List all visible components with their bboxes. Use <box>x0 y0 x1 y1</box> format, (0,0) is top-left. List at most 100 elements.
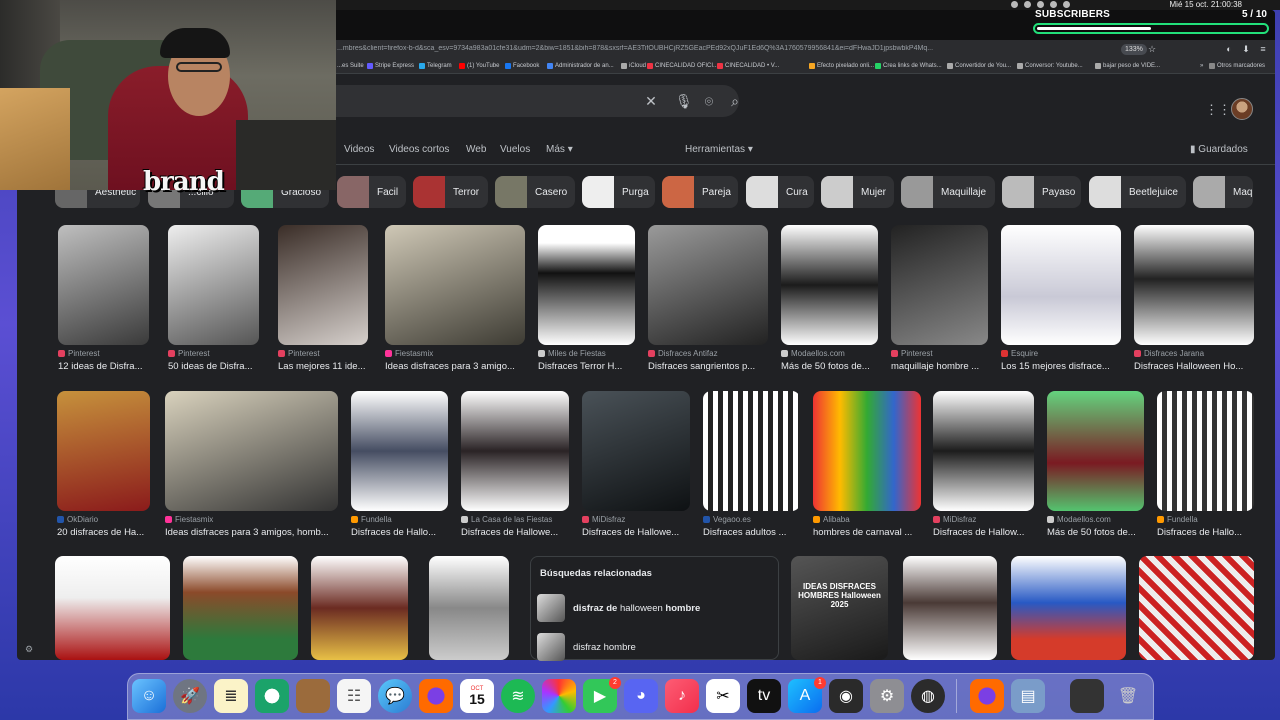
bookmark-item[interactable]: Administrador de an... <box>547 63 614 69</box>
obs-icon[interactable]: ◍ <box>911 679 945 713</box>
other-bookmarks[interactable]: » Otros marcadores <box>1200 63 1265 69</box>
image-result[interactable] <box>183 556 298 660</box>
voice-search-icon[interactable]: 🎙 <box>675 93 693 109</box>
related-search-item[interactable]: disfraz de halloween hombre <box>537 593 772 623</box>
filter-chip[interactable]: Pareja <box>662 176 738 208</box>
capcut-icon[interactable]: ✂ <box>706 679 740 713</box>
finder-icon[interactable]: ☺ <box>132 679 166 713</box>
filter-chip[interactable]: Facil <box>337 176 406 208</box>
search-input[interactable]: ✕ 🎙 ⌾ ⌕ <box>300 85 739 117</box>
bookmark-item[interactable]: Conversor: Youtube... <box>1017 63 1083 69</box>
filter-chip[interactable]: Purga <box>582 176 655 208</box>
image-result[interactable]: Esquire Los 15 mejores disfrace... <box>1001 225 1121 372</box>
trash-icon[interactable]: 🗑 <box>1111 679 1145 713</box>
firefox-icon[interactable] <box>419 679 453 713</box>
bookmark-item[interactable]: Convertidor de You... <box>947 63 1011 69</box>
mic-arm <box>236 120 336 190</box>
extension-icon[interactable]: ◐ <box>1224 44 1234 54</box>
music-icon[interactable]: ♪ <box>665 679 699 713</box>
photos-icon[interactable] <box>542 679 576 713</box>
image-result[interactable]: Miles de Fiestas Disfraces Terror H... <box>538 225 635 372</box>
filter-chip[interactable]: Casero <box>495 176 575 208</box>
filter-chip[interactable]: Maquillaje <box>901 176 995 208</box>
bookmark-item[interactable]: (1) YouTube <box>459 63 499 69</box>
discord-icon[interactable]: ◕ <box>624 679 658 713</box>
filter-chip[interactable]: Terror <box>413 176 488 208</box>
bookmark-item[interactable]: bajar peso de VIDE... <box>1095 63 1160 69</box>
apple-tv-icon[interactable]: tv <box>747 679 781 713</box>
image-result[interactable]: Fiestasmix Ideas disfraces para 3 amigos,… <box>165 391 338 538</box>
image-result[interactable]: Fiestasmix Ideas disfraces para 3 amigo..… <box>385 225 525 372</box>
bookmark-item[interactable]: CINECALIDAD • V... <box>717 63 779 69</box>
camera-app-icon[interactable]: ◉ <box>829 679 863 713</box>
image-result[interactable]: MiDisfraz Disfraces de Hallowe... <box>582 391 690 538</box>
zoom-level-badge[interactable]: 133% <box>1121 44 1147 55</box>
bookmark-item[interactable]: ...es Suite <box>337 63 364 69</box>
bookmark-item[interactable]: Crea links de Whats... <box>875 63 942 69</box>
saved-link[interactable]: ▮ Guardados <box>1190 144 1248 155</box>
image-result[interactable] <box>1139 556 1254 660</box>
firefox-minimized-icon[interactable] <box>970 679 1004 713</box>
image-result[interactable]: Pinterest 12 ideas de Disfra... <box>58 225 149 372</box>
bookmark-item[interactable]: Stripe Express <box>367 63 414 69</box>
filter-chip[interactable]: Maq <box>1193 176 1253 208</box>
menu-icon[interactable]: ≡ <box>1258 44 1268 54</box>
settings-gear-icon[interactable]: ⚙ <box>25 644 33 655</box>
clear-search-icon[interactable]: ✕ <box>643 93 659 109</box>
image-result[interactable] <box>1011 556 1126 660</box>
bookmark-item[interactable]: iCloud <box>621 63 646 69</box>
bookmark-item[interactable]: Efecto pixelado onli... <box>809 63 874 69</box>
filter-chip[interactable]: Beetlejuice <box>1089 176 1186 208</box>
image-result[interactable]: Pinterest maquillaje hombre ... <box>891 225 988 372</box>
preview-icon[interactable]: ▤ <box>1011 679 1045 713</box>
filter-chip[interactable]: Cura <box>746 176 814 208</box>
tab-more[interactable]: Más ▾ <box>546 144 573 155</box>
image-result[interactable]: La Casa de las Fiestas Disfraces de Hallo… <box>461 391 569 538</box>
filter-chip[interactable]: Payaso <box>1002 176 1081 208</box>
bookmark-item[interactable]: Facebook <box>505 63 539 69</box>
spotify-icon[interactable]: ≋ <box>501 679 535 713</box>
image-result[interactable]: Fundella Disfraces de Hallo... <box>351 391 448 538</box>
notebook-icon[interactable] <box>296 679 330 713</box>
bookmark-star-icon[interactable]: ☆ <box>1147 44 1157 54</box>
image-result[interactable] <box>903 556 997 660</box>
tab-short-videos[interactable]: Videos cortos <box>389 144 449 155</box>
bookmark-item[interactable]: Telegram <box>419 63 452 69</box>
lens-search-icon[interactable]: ⌾ <box>701 93 717 109</box>
tab-videos[interactable]: Videos <box>344 144 374 155</box>
downloads-icon[interactable]: ⬇ <box>1241 44 1251 54</box>
image-result[interactable]: Fundella Disfraces de Hallo... <box>1157 391 1254 538</box>
image-result[interactable] <box>311 556 408 660</box>
bookmark-item[interactable]: CINECALIDAD OFICI... <box>647 63 718 69</box>
tab-web[interactable]: Web <box>466 144 486 155</box>
image-result[interactable]: MiDisfraz Disfraces de Hallow... <box>933 391 1034 538</box>
related-search-item[interactable]: disfraz hombre <box>537 632 772 662</box>
calendar-icon[interactable]: OCT 15 <box>460 679 494 713</box>
image-result[interactable]: Disfraces Antifaz Disfraces sangrientos p… <box>648 225 768 372</box>
subscribers-progress-bar <box>1033 23 1269 34</box>
image-result[interactable]: Pinterest Las mejores 11 ide... <box>278 225 368 372</box>
launchpad-icon[interactable]: 🚀 <box>173 679 207 713</box>
image-result[interactable]: Modaellos.com Más de 50 fotos de... <box>781 225 878 372</box>
chrome-icon[interactable] <box>255 679 289 713</box>
image-result[interactable]: Modaellos.com Más de 50 fotos de... <box>1047 391 1144 538</box>
account-avatar[interactable] <box>1231 98 1253 120</box>
image-result[interactable]: Pinterest 50 ideas de Disfra... <box>168 225 259 372</box>
reminders-icon[interactable]: ☷ <box>337 679 371 713</box>
image-result[interactable]: Vegaoo.es Disfraces adultos ... <box>703 391 800 538</box>
notes-icon[interactable]: ≣ <box>214 679 248 713</box>
image-result[interactable]: IDEAS DISFRACES HOMBRES Halloween 2025 <box>791 556 888 660</box>
image-result[interactable]: Alibaba hombres de carnaval ... <box>813 391 921 538</box>
minimized-window-icon[interactable] <box>1070 679 1104 713</box>
tab-flights[interactable]: Vuelos <box>500 144 530 155</box>
tools-menu[interactable]: Herramientas ▾ <box>685 144 753 155</box>
image-result[interactable]: Disfraces Jarana Disfraces Halloween Ho..… <box>1134 225 1254 372</box>
system-settings-icon[interactable]: ⚙ <box>870 679 904 713</box>
image-result[interactable] <box>429 556 509 660</box>
filter-chip[interactable]: Mujer <box>821 176 894 208</box>
image-result[interactable] <box>55 556 170 660</box>
image-result[interactable]: OkDiario 20 disfraces de Ha... <box>57 391 150 538</box>
messages-icon[interactable]: 💬 <box>378 679 412 713</box>
url-text[interactable]: ...mbres&client=firefox-b-d&sca_esv=9734… <box>337 45 1117 52</box>
search-icon[interactable]: ⌕ <box>727 93 743 109</box>
